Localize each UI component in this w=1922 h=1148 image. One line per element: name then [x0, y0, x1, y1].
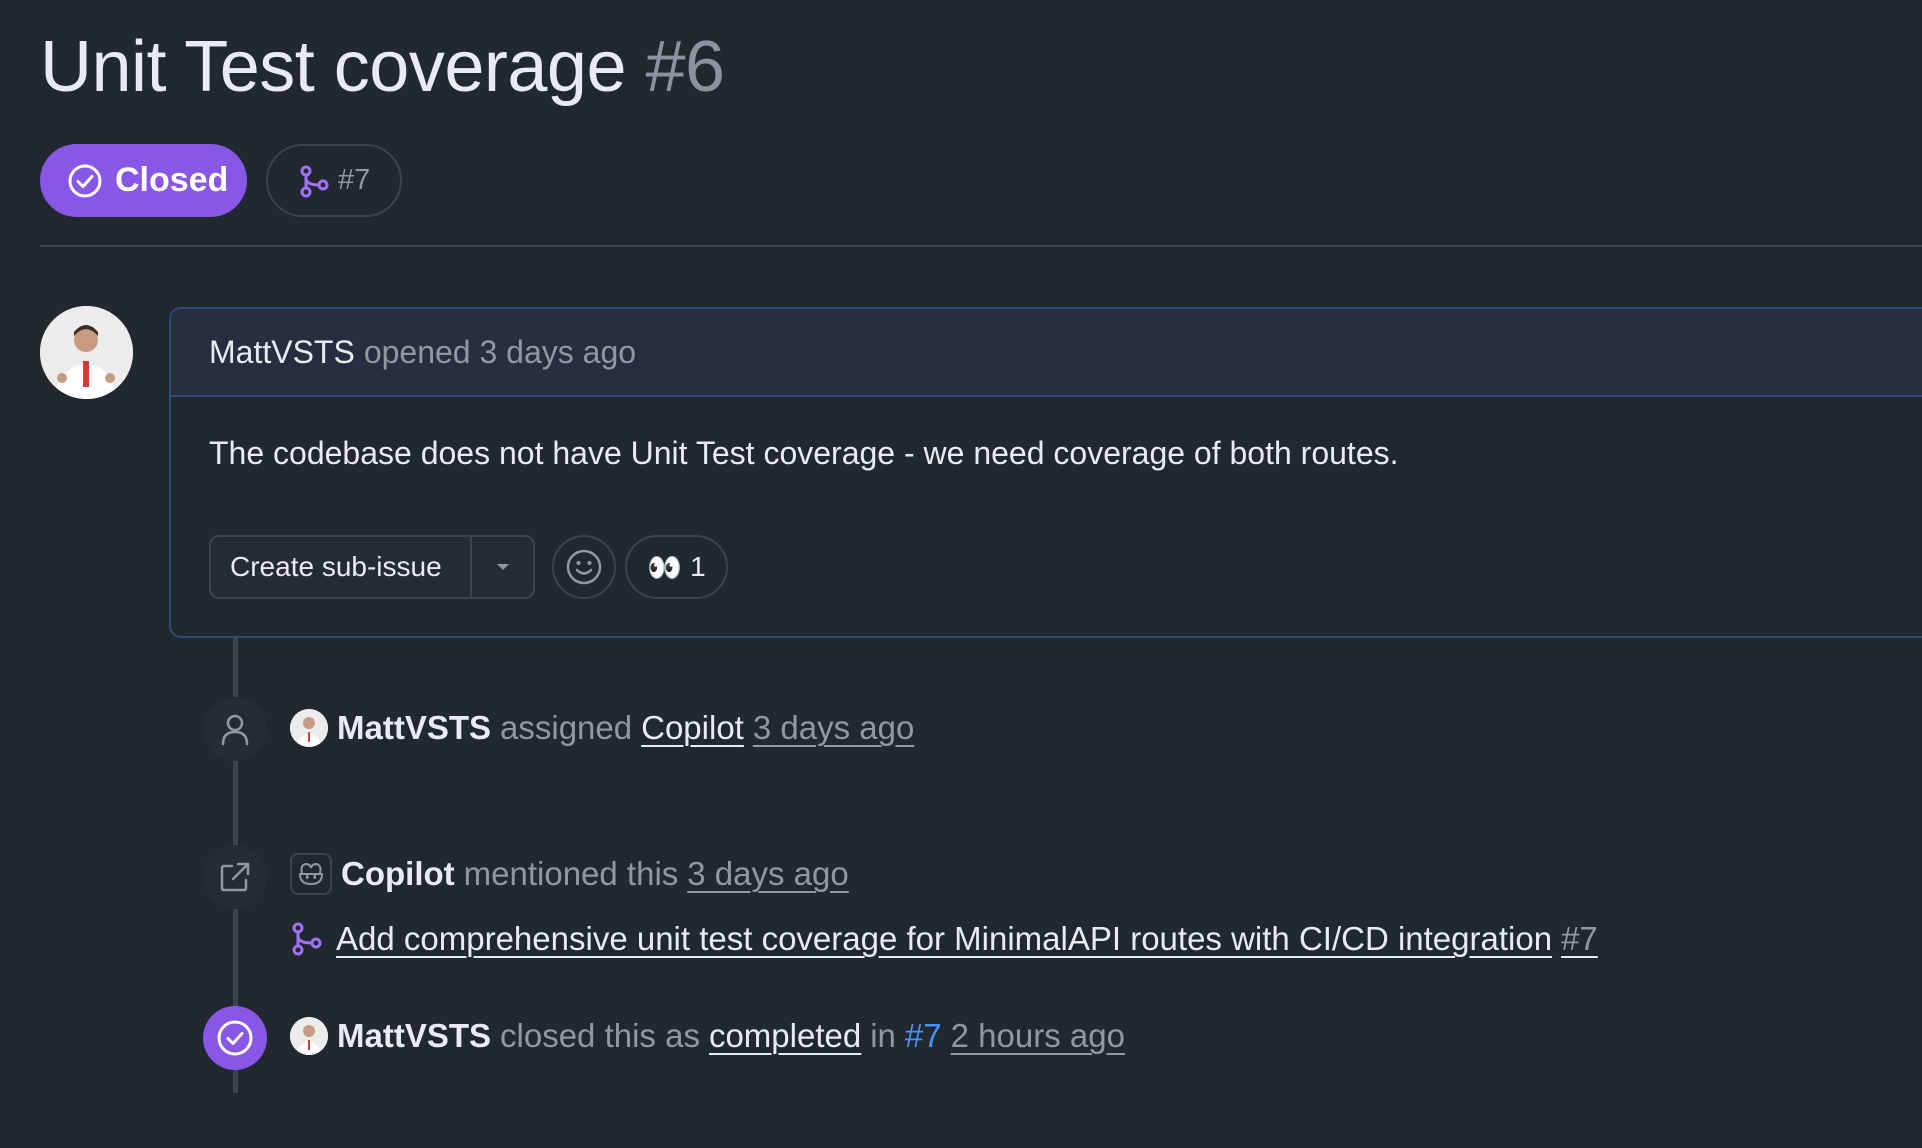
closed-verb: closed this as	[500, 1017, 700, 1054]
create-subissue-dropdown[interactable]	[472, 537, 533, 597]
reaction-emoji: 👀	[647, 551, 683, 583]
assigned-time-link[interactable]: 3 days ago	[753, 709, 914, 747]
pull-request-icon	[300, 165, 329, 197]
cross-reference-number: #7	[1561, 920, 1598, 957]
cross-reference-link[interactable]: Add comprehensive unit test coverage for…	[336, 920, 1598, 958]
closing-pr-link[interactable]: #7	[905, 1017, 942, 1055]
close-reason-link[interactable]: completed	[709, 1017, 861, 1055]
mentioned-event: Copilot mentioned this 3 days ago	[290, 853, 849, 895]
closed-event-badge	[203, 1006, 267, 1070]
assignee-link[interactable]: Copilot	[641, 709, 744, 747]
comment-body: The codebase does not have Unit Test cov…	[209, 435, 1399, 471]
issue-comment: MattVSTS opened 3 days ago The codebase …	[169, 307, 1922, 638]
smiley-icon	[566, 549, 602, 585]
copilot-avatar[interactable]	[290, 853, 332, 895]
issue-title: Unit Test coverage #6	[40, 22, 725, 112]
assigned-actor-link[interactable]: MattVSTS	[337, 709, 491, 747]
assigned-event: MattVSTS assigned Copilot 3 days ago	[290, 707, 914, 749]
check-circle-icon	[217, 1020, 253, 1056]
assigned-verb: assigned	[500, 709, 633, 746]
mentioned-time-link[interactable]: 3 days ago	[687, 855, 848, 893]
comment-opened-time: opened 3 days ago	[363, 333, 637, 370]
copilot-icon	[299, 862, 323, 885]
cross-reference-item: Add comprehensive unit test coverage for…	[290, 920, 1598, 958]
issue-state-badge: Closed	[40, 144, 247, 217]
triangle-down-icon	[496, 564, 509, 570]
closed-event: MattVSTS closed this as completed in #7 …	[290, 1015, 1125, 1057]
create-subissue-button-group: Create sub-issue	[209, 535, 535, 599]
linked-pr-button[interactable]: #7	[266, 144, 402, 217]
closed-time-link[interactable]: 2 hours ago	[951, 1017, 1125, 1055]
reaction-count: 1	[690, 551, 706, 582]
check-circle-icon	[68, 164, 102, 197]
author-avatar[interactable]	[40, 306, 133, 399]
person-icon	[221, 714, 249, 746]
assigned-event-badge	[203, 697, 267, 761]
issue-state-label: Closed	[115, 161, 229, 199]
mentioned-actor-link[interactable]: Copilot	[341, 855, 455, 893]
cross-reference-icon	[220, 862, 250, 892]
issue-number: #6	[645, 27, 726, 107]
closed-actor-link[interactable]: MattVSTS	[337, 1017, 491, 1055]
cross-reference-title: Add comprehensive unit test coverage for…	[336, 920, 1553, 957]
issue-title-text: Unit Test coverage	[40, 27, 626, 107]
comment-author-link[interactable]: MattVSTS	[209, 334, 355, 371]
mentioned-event-badge	[203, 845, 267, 909]
actor-avatar[interactable]	[290, 709, 328, 747]
mentioned-verb: mentioned this	[463, 855, 679, 892]
actor-avatar[interactable]	[290, 1017, 328, 1055]
eyes-reaction-button[interactable]: 👀 1	[625, 535, 728, 599]
add-reaction-button[interactable]	[552, 535, 616, 599]
create-subissue-button[interactable]: Create sub-issue	[211, 537, 472, 597]
linked-pr-number: #7	[338, 164, 371, 196]
comment-header: MattVSTS opened 3 days ago	[171, 309, 1922, 397]
closed-in-word: in	[870, 1017, 896, 1054]
pull-request-icon	[292, 922, 322, 956]
header-divider	[40, 245, 1922, 247]
